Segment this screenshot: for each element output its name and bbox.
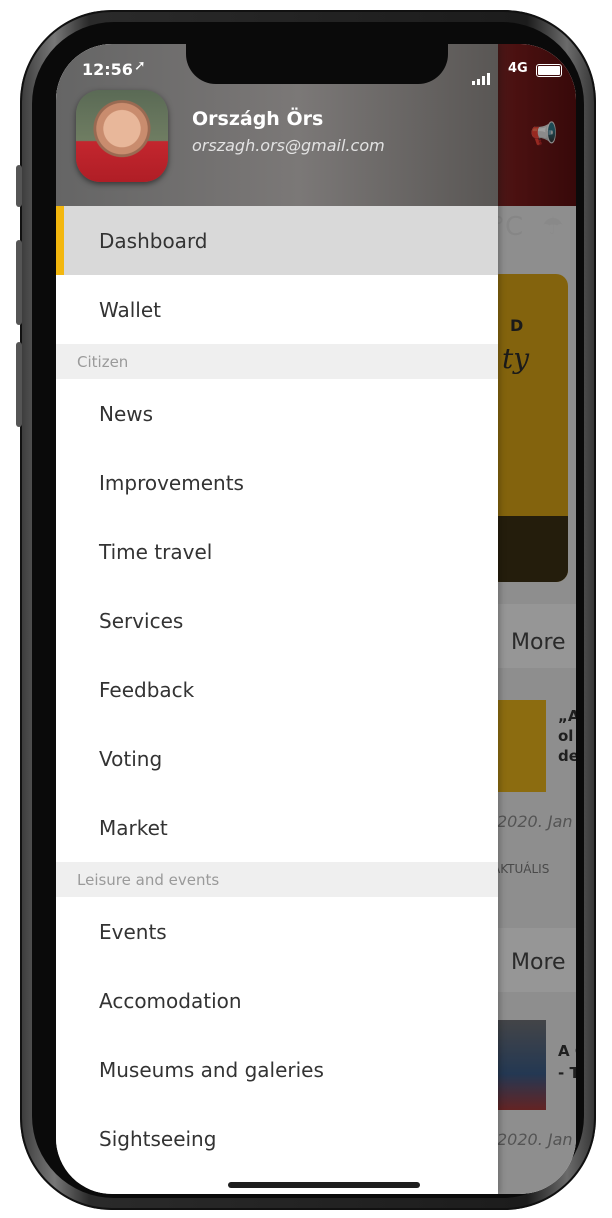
- mute-switch: [16, 165, 22, 207]
- menu-item-improvements[interactable]: Improvements: [56, 448, 498, 517]
- menu-item-label: Time travel: [99, 539, 213, 564]
- section-header-leisure-and-events: Leisure and events: [56, 862, 498, 897]
- status-bar: 12:56 ➚ 4G: [56, 44, 576, 88]
- drawer-menu: Dashboard Wallet Citizen News Improvemen…: [56, 206, 498, 1173]
- menu-item-services[interactable]: Services: [56, 586, 498, 655]
- phone-screen: 📢 °C ☂ D ty More „A ol de 2020. Jan AKTU…: [56, 44, 576, 1194]
- home-indicator[interactable]: [228, 1182, 420, 1188]
- menu-item-label: Museums and galeries: [99, 1057, 324, 1082]
- menu-item-label: Events: [99, 919, 167, 944]
- menu-item-dashboard[interactable]: Dashboard: [56, 206, 498, 275]
- user-email: orszagh.ors@gmail.com: [192, 136, 385, 155]
- camera-notch: [186, 44, 448, 84]
- menu-item-events[interactable]: Events: [56, 897, 498, 966]
- menu-item-label: Market: [99, 815, 168, 840]
- menu-item-label: Feedback: [99, 677, 195, 702]
- section-header-citizen: Citizen: [56, 344, 498, 379]
- menu-item-label: News: [99, 401, 154, 426]
- menu-item-label: Dashboard: [99, 228, 208, 253]
- menu-item-sightseeing[interactable]: Sightseeing: [56, 1104, 498, 1173]
- menu-item-label: Services: [99, 608, 184, 633]
- menu-item-wallet[interactable]: Wallet: [56, 275, 498, 344]
- menu-item-label: Improvements: [99, 470, 244, 495]
- signal-icon: [472, 66, 492, 85]
- menu-item-feedback[interactable]: Feedback: [56, 655, 498, 724]
- menu-item-label: Accomodation: [99, 988, 242, 1013]
- network-type: 4G: [508, 61, 528, 76]
- avatar[interactable]: [76, 90, 168, 182]
- location-arrow-icon: ➚: [134, 58, 146, 74]
- menu-item-label: Wallet: [99, 297, 162, 322]
- status-time: 12:56: [82, 60, 133, 79]
- navigation-drawer: Országh Örs orszagh.ors@gmail.com Dashbo…: [56, 44, 498, 1194]
- menu-item-voting[interactable]: Voting: [56, 724, 498, 793]
- menu-item-time-travel[interactable]: Time travel: [56, 517, 498, 586]
- menu-item-label: Sightseeing: [99, 1126, 217, 1151]
- menu-item-news[interactable]: News: [56, 379, 498, 448]
- user-name: Országh Örs: [192, 108, 324, 130]
- volume-up-button: [16, 240, 22, 325]
- battery-icon: [536, 64, 562, 77]
- menu-item-accomodation[interactable]: Accomodation: [56, 966, 498, 1035]
- menu-item-label: Voting: [99, 746, 163, 771]
- menu-item-museums-and-galeries[interactable]: Museums and galeries: [56, 1035, 498, 1104]
- menu-item-market[interactable]: Market: [56, 793, 498, 862]
- volume-down-button: [16, 342, 22, 427]
